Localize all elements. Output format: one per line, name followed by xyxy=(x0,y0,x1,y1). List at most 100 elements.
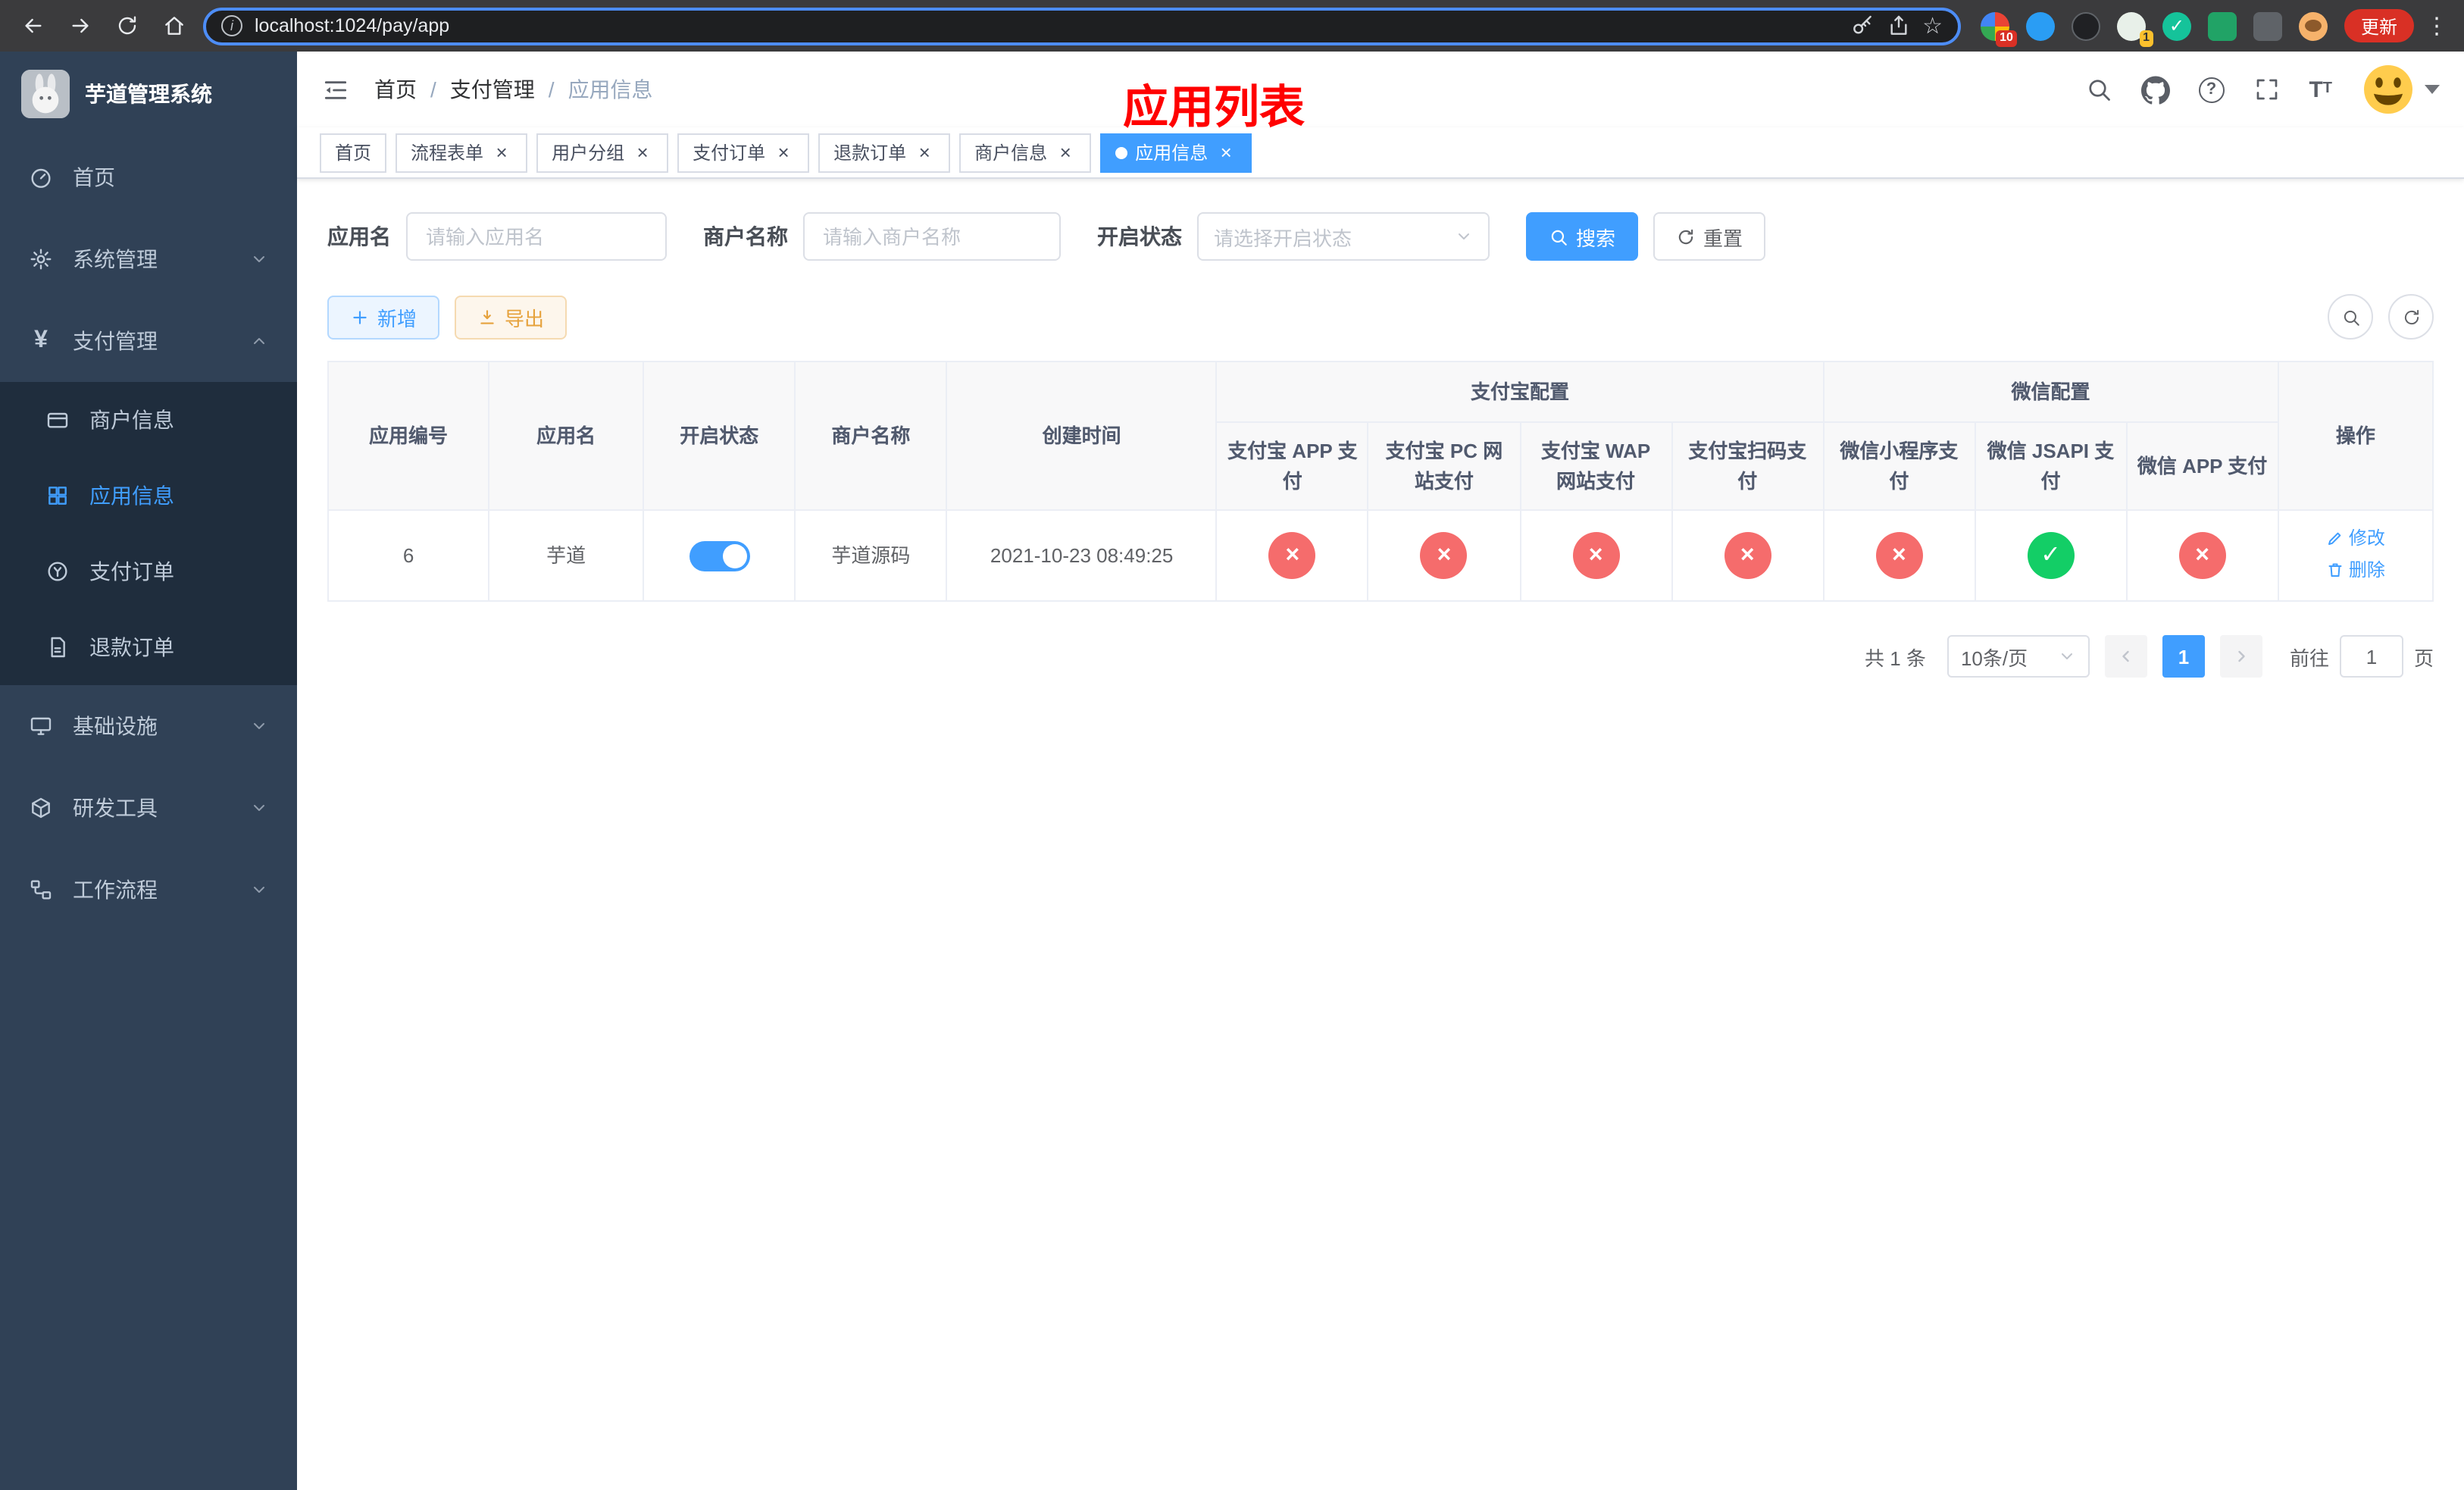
tab-home[interactable]: 首页 xyxy=(320,133,387,172)
browser-profile-avatar[interactable] xyxy=(2298,11,2328,40)
tab-process-form[interactable]: 流程表单 × xyxy=(396,133,528,172)
add-button[interactable]: 新增 xyxy=(327,295,440,339)
sidebar-item-home[interactable]: 首页 xyxy=(0,136,297,218)
sidebar-item-workflow[interactable]: 工作流程 xyxy=(0,849,297,931)
payment-submenu: 商户信息 应用信息 支付订单 退款订单 xyxy=(0,382,297,685)
fullscreen-icon[interactable] xyxy=(2253,76,2280,103)
password-key-icon[interactable] xyxy=(1850,14,1874,38)
search-button[interactable]: 搜索 xyxy=(1526,212,1639,261)
tabs-bar: 首页 流程表单 × 用户分组 × 支付订单 × 退款订单 × 商户信息 × 应用信息 × xyxy=(297,127,2464,179)
breadcrumb-home[interactable]: 首页 xyxy=(374,74,417,105)
browser-menu-icon[interactable]: ⋮ xyxy=(2425,12,2449,39)
extension-icon-pinwheel[interactable]: 10 xyxy=(1980,11,2017,46)
grid-icon xyxy=(45,484,70,508)
bookmark-star-icon[interactable]: ☆ xyxy=(1922,14,1943,37)
delete-button[interactable]: 删除 xyxy=(2326,556,2385,583)
extension-icon-check[interactable]: ✓ xyxy=(2162,11,2191,40)
site-info-icon[interactable]: i xyxy=(221,15,242,36)
app-table: 应用编号 应用名 开启状态 商户名称 创建时间 支付宝配置 微信配置 操作 支付… xyxy=(327,361,2434,602)
sidebar-item-payment[interactable]: ¥ 支付管理 xyxy=(0,300,297,382)
prev-page-button[interactable] xyxy=(2104,635,2147,678)
user-avatar-dropdown[interactable] xyxy=(2361,62,2440,117)
col-alipay-app: 支付宝 APP 支付 xyxy=(1215,421,1369,511)
sidebar-item-dev-tools[interactable]: 研发工具 xyxy=(0,767,297,849)
close-icon[interactable]: × xyxy=(1215,142,1237,163)
tab-user-group[interactable]: 用户分组 × xyxy=(536,133,669,172)
toggle-search-button[interactable] xyxy=(2328,294,2373,340)
close-icon[interactable]: × xyxy=(632,142,653,163)
refresh-icon xyxy=(1678,228,1693,244)
browser-back-icon[interactable] xyxy=(15,8,52,44)
status-select[interactable]: 请选择开启状态 xyxy=(1197,212,1490,261)
screen: i localhost:1024/pay/app ☆ 10 1 ✓ 更新 ⋮ 芋… xyxy=(0,0,2464,1490)
github-icon[interactable] xyxy=(2140,75,2170,104)
goto-page-input[interactable] xyxy=(2339,635,2403,678)
next-page-button[interactable] xyxy=(2219,635,2262,678)
edit-button[interactable]: 修改 xyxy=(2326,524,2385,552)
help-icon[interactable]: ? xyxy=(2198,77,2225,102)
sidebar-item-system[interactable]: 系统管理 xyxy=(0,218,297,300)
page-size-select[interactable]: 10条/页 xyxy=(1946,635,2090,678)
sidebar-item-pay-orders[interactable]: 支付订单 xyxy=(0,534,297,609)
app-logo[interactable]: 芋道管理系统 xyxy=(0,52,297,136)
wechat-mini-status-icon: × xyxy=(1875,532,1923,579)
close-icon[interactable]: × xyxy=(914,142,935,163)
pay-order-icon xyxy=(45,559,70,584)
extension-icon-puzzle[interactable] xyxy=(2253,11,2282,40)
extension-icon-avatar[interactable]: 1 xyxy=(2116,11,2153,46)
refresh-table-button[interactable] xyxy=(2388,294,2434,340)
alipay-qr-status-icon: × xyxy=(1724,532,1771,579)
chevron-down-icon xyxy=(2061,653,2072,659)
browser-home-icon[interactable] xyxy=(156,8,192,44)
address-bar[interactable]: i localhost:1024/pay/app ☆ xyxy=(203,7,1961,45)
breadcrumb-payment[interactable]: 支付管理 xyxy=(450,74,535,105)
browser-chrome: i localhost:1024/pay/app ☆ 10 1 ✓ 更新 ⋮ xyxy=(0,0,2464,52)
chevron-down-icon xyxy=(254,723,264,729)
export-button[interactable]: 导出 xyxy=(455,295,568,339)
sidebar-item-merchant-info[interactable]: 商户信息 xyxy=(0,382,297,458)
app-title: 芋道管理系统 xyxy=(85,82,212,106)
col-group-alipay: 支付宝配置 xyxy=(1215,361,1825,423)
reset-button[interactable]: 重置 xyxy=(1653,212,1766,261)
tab-app-info[interactable]: 应用信息 × xyxy=(1100,133,1252,172)
page-1-button[interactable]: 1 xyxy=(2162,635,2205,678)
alipay-app-status-icon: × xyxy=(1268,532,1316,579)
share-icon[interactable] xyxy=(1886,14,1910,38)
extension-icon-dark[interactable] xyxy=(2071,11,2100,40)
sidebar-item-infrastructure[interactable]: 基础设施 xyxy=(0,685,297,767)
app-name-input[interactable] xyxy=(406,212,667,261)
chevron-down-icon xyxy=(254,805,264,811)
header-search-icon[interactable] xyxy=(2084,76,2112,103)
enabled-toggle[interactable] xyxy=(689,540,750,571)
avatar-caret-icon xyxy=(2425,85,2440,94)
tab-refund-orders[interactable]: 退款订单 × xyxy=(818,133,951,172)
tab-merchant-info[interactable]: 商户信息 × xyxy=(959,133,1092,172)
close-icon[interactable]: × xyxy=(1055,142,1076,163)
browser-update-button[interactable]: 更新 xyxy=(2344,9,2414,42)
chevron-up-icon xyxy=(254,338,264,344)
sidebar-item-refund-orders[interactable]: 退款订单 xyxy=(0,609,297,685)
active-dot xyxy=(1115,146,1128,158)
browser-reload-icon[interactable] xyxy=(109,8,145,44)
extension-icon-blue[interactable] xyxy=(2025,11,2055,40)
download-icon xyxy=(480,309,494,324)
cell-merchant: 芋道源码 xyxy=(794,509,948,602)
page-content: 应用名 商户名称 开启状态 请选择开启状态 xyxy=(297,179,2464,1490)
col-alipay-qr: 支付宝扫码支付 xyxy=(1671,421,1825,511)
browser-forward-icon[interactable] xyxy=(62,8,98,44)
close-icon[interactable]: × xyxy=(491,142,512,163)
plus-icon xyxy=(353,310,367,324)
col-group-wechat: 微信配置 xyxy=(1822,361,2279,423)
goto-suffix: 页 xyxy=(2413,646,2434,669)
merchant-name-input[interactable] xyxy=(803,212,1061,261)
sidebar-fold-icon[interactable] xyxy=(321,75,350,104)
extension-icon-green-doc[interactable] xyxy=(2207,11,2237,40)
close-icon[interactable]: × xyxy=(773,142,794,163)
dashboard-icon xyxy=(29,165,53,189)
app-name-label: 应用名 xyxy=(327,224,391,249)
merchant-name-label: 商户名称 xyxy=(703,224,788,249)
extension-badge: 10 xyxy=(1996,30,2017,46)
sidebar-item-app-info[interactable]: 应用信息 xyxy=(0,458,297,534)
tab-pay-orders[interactable]: 支付订单 × xyxy=(677,133,810,172)
font-size-icon[interactable]: TT xyxy=(2309,78,2332,101)
